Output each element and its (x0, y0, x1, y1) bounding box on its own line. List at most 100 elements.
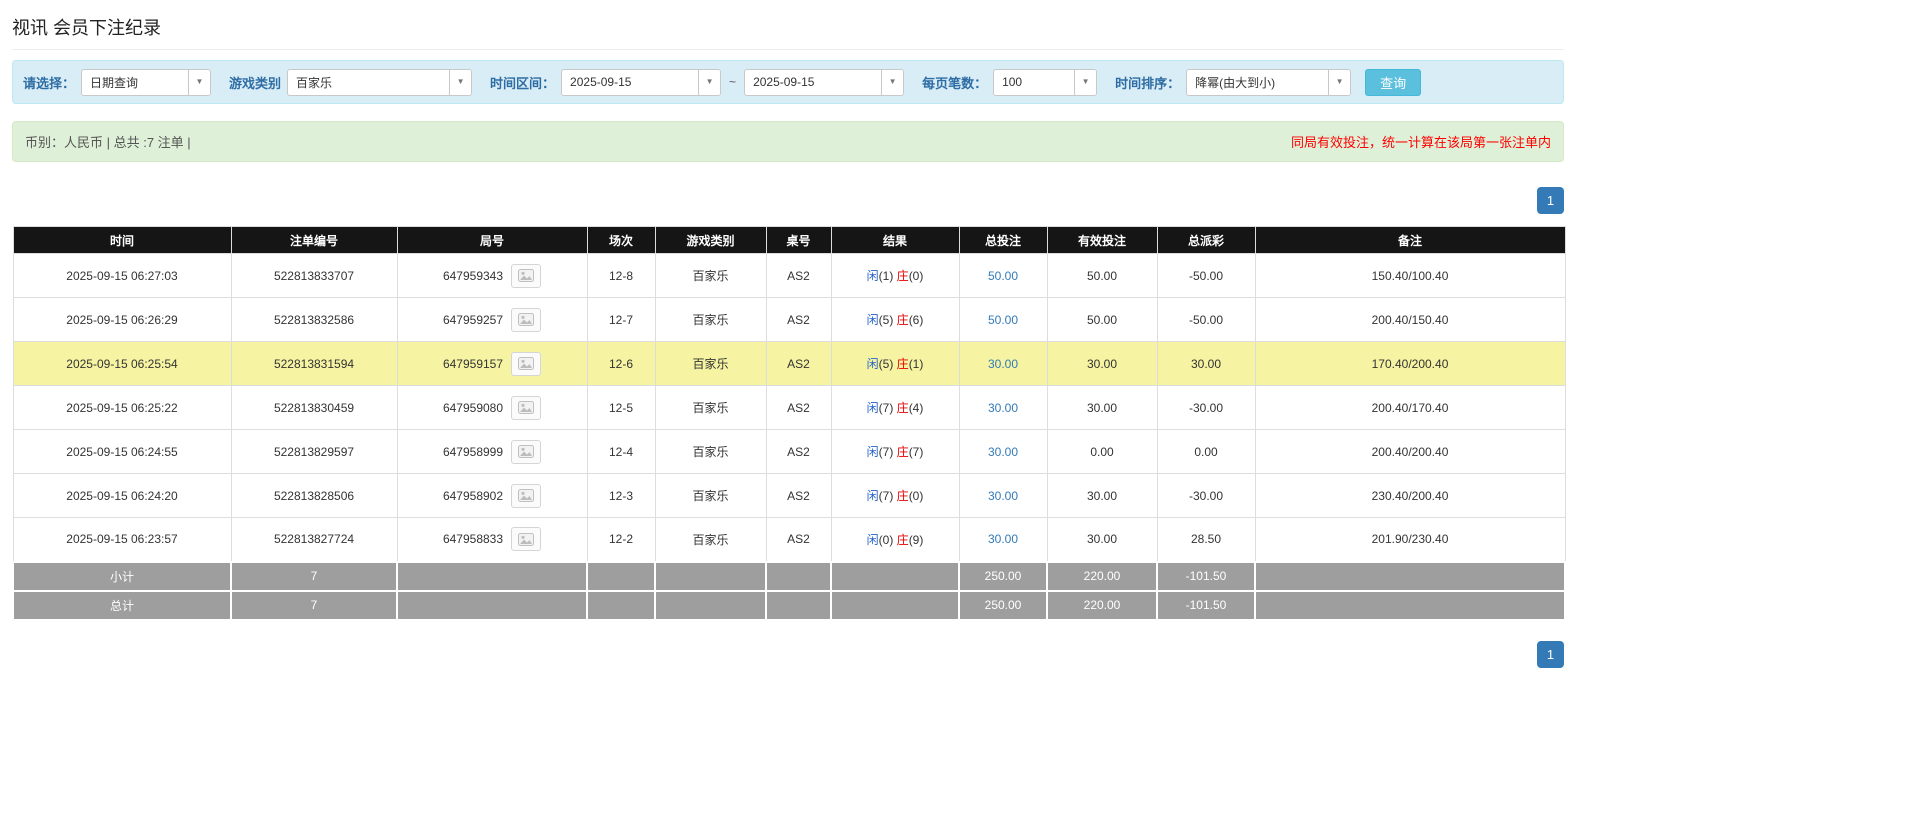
combo-arrow-button[interactable]: ▼ (1074, 69, 1097, 95)
combo-arrow-button[interactable]: ▼ (1328, 69, 1351, 95)
game-type-combobox[interactable]: ▼ (287, 68, 473, 96)
combo-arrow-button[interactable]: ▼ (449, 69, 472, 95)
cell-note: 201.90/230.40 (1254, 517, 1566, 562)
cell-table-no: AS2 (765, 253, 832, 298)
total-bet-link[interactable]: 50.00 (988, 313, 1018, 327)
total-bet-link[interactable]: 50.00 (988, 269, 1018, 283)
summary-row: 总计 7 250.00 220.00 -101.50 (12, 589, 1566, 621)
date-to-combobox[interactable]: ▼ (744, 68, 905, 96)
page-size-combobox[interactable]: ▼ (993, 68, 1098, 96)
cell-round-id: 647959157 (396, 341, 588, 386)
sort-order-label: 时间排序： (1115, 75, 1181, 91)
date-from-combobox[interactable]: ▼ (561, 68, 722, 96)
chevron-down-icon: ▼ (1335, 77, 1344, 86)
cell-session: 12-5 (586, 385, 656, 430)
video-replay-button[interactable] (511, 439, 542, 464)
cell-payout: -50.00 (1156, 253, 1256, 298)
game-type-label: 游戏类别 (229, 75, 282, 91)
column-header: 桌号 (765, 226, 832, 254)
date-from-input[interactable] (562, 69, 699, 95)
video-replay-button[interactable] (511, 351, 542, 376)
total-bet-link[interactable]: 30.00 (988, 489, 1018, 503)
cell-valid-bet: 30.00 (1046, 517, 1158, 562)
result-player-score: (7) (878, 445, 894, 459)
total-bet-link[interactable]: 30.00 (988, 357, 1018, 371)
cell-round-id: 647958999 (396, 429, 588, 474)
cell-time: 2025-09-15 06:25:54 (12, 341, 232, 386)
cell-bet-id: 522813832586 (230, 297, 398, 342)
cell-game-type: 百家乐 (654, 429, 767, 474)
combo-arrow-button[interactable]: ▼ (188, 69, 211, 95)
page-1-button[interactable]: 1 (1537, 640, 1564, 668)
cell-bet-id: 522813830459 (230, 385, 398, 430)
result-player: 闲 (866, 357, 879, 371)
video-icon (518, 489, 535, 502)
cell-payout: -50.00 (1156, 297, 1256, 342)
cell-total-bet: 30.00 (958, 473, 1048, 518)
result-player: 闲 (866, 445, 879, 459)
summary-label: 小计 (12, 560, 232, 592)
video-replay-button[interactable] (511, 263, 542, 288)
page-size-input[interactable] (994, 69, 1075, 95)
filter-bar: 请选择： ▼ 游戏类别 ▼ 时间区间： ▼ ~ ▼ 每页笔数： ▼ 时间排序： … (12, 60, 1564, 104)
search-button[interactable]: 查询 (1365, 68, 1422, 96)
video-icon (518, 401, 535, 414)
cell-game-type: 百家乐 (654, 517, 767, 562)
cell-result: 闲(7) 庄(4) (830, 385, 960, 430)
result-banker-score: (6) (908, 313, 924, 327)
pagination-top: 1 (12, 187, 1564, 214)
result-banker: 庄 (896, 269, 909, 283)
cell-result: 闲(5) 庄(1) (830, 341, 960, 386)
cell-session: 12-4 (586, 429, 656, 474)
select-label: 请选择： (23, 75, 76, 91)
cell-note: 150.40/100.40 (1254, 253, 1566, 298)
table-header-row: 时间 注单编号 局号 场次 游戏类别 桌号 结果 总投注 有效投注 总派彩 备注 (12, 226, 1566, 254)
table-body: 2025-09-15 06:27:03 522813833707 647959343… (12, 253, 1566, 562)
cell-table-no: AS2 (765, 385, 832, 430)
cell-note: 200.40/170.40 (1254, 385, 1566, 430)
summary-valid-bet: 220.00 (1046, 560, 1158, 592)
sort-order-combobox[interactable]: ▼ (1186, 68, 1352, 96)
result-banker: 庄 (896, 532, 909, 547)
combo-arrow-button[interactable]: ▼ (698, 69, 721, 95)
sort-order-input[interactable] (1187, 69, 1329, 95)
cell-note: 200.40/150.40 (1254, 297, 1566, 342)
video-icon (518, 313, 535, 326)
cell-round-id: 647958902 (396, 473, 588, 518)
page-title: 视讯 会员下注纪录 (12, 14, 1564, 50)
cell-time: 2025-09-15 06:27:03 (12, 253, 232, 298)
result-banker-score: (0) (908, 489, 924, 503)
round-number: 647959157 (442, 356, 504, 371)
cell-payout: 0.00 (1156, 429, 1256, 474)
cell-round-id: 647959257 (396, 297, 588, 342)
video-replay-button[interactable] (511, 483, 542, 508)
query-type-combobox[interactable]: ▼ (81, 68, 212, 96)
video-replay-button[interactable] (511, 395, 542, 420)
cell-session: 12-7 (586, 297, 656, 342)
chevron-down-icon: ▼ (1081, 77, 1090, 86)
date-to-input[interactable] (745, 69, 882, 95)
column-header: 游戏类别 (654, 226, 767, 254)
total-bet-link[interactable]: 30.00 (988, 445, 1018, 459)
combo-arrow-button[interactable]: ▼ (881, 69, 904, 95)
column-header: 有效投注 (1046, 226, 1158, 254)
total-bet-link[interactable]: 30.00 (988, 532, 1018, 546)
summary-count: 7 (230, 560, 398, 592)
video-icon (518, 357, 535, 370)
cell-game-type: 百家乐 (654, 253, 767, 298)
cell-session: 12-8 (586, 253, 656, 298)
total-bet-link[interactable]: 30.00 (988, 401, 1018, 415)
summary-warning-text: 同局有效投注，统一计算在该局第一张注单内 (1290, 135, 1551, 150)
pagination-bottom: 1 (12, 640, 1564, 668)
page-1-button[interactable]: 1 (1537, 187, 1564, 214)
video-replay-button[interactable] (511, 307, 542, 332)
result-player: 闲 (866, 313, 879, 327)
result-banker-score: (7) (908, 445, 924, 459)
cell-round-id: 647958833 (396, 517, 588, 562)
column-header: 结果 (830, 226, 960, 254)
round-number: 647958999 (442, 444, 504, 459)
summary-total-bet: 250.00 (958, 589, 1048, 621)
game-type-input[interactable] (288, 69, 450, 95)
video-replay-button[interactable] (511, 527, 542, 552)
query-type-input[interactable] (82, 69, 189, 95)
